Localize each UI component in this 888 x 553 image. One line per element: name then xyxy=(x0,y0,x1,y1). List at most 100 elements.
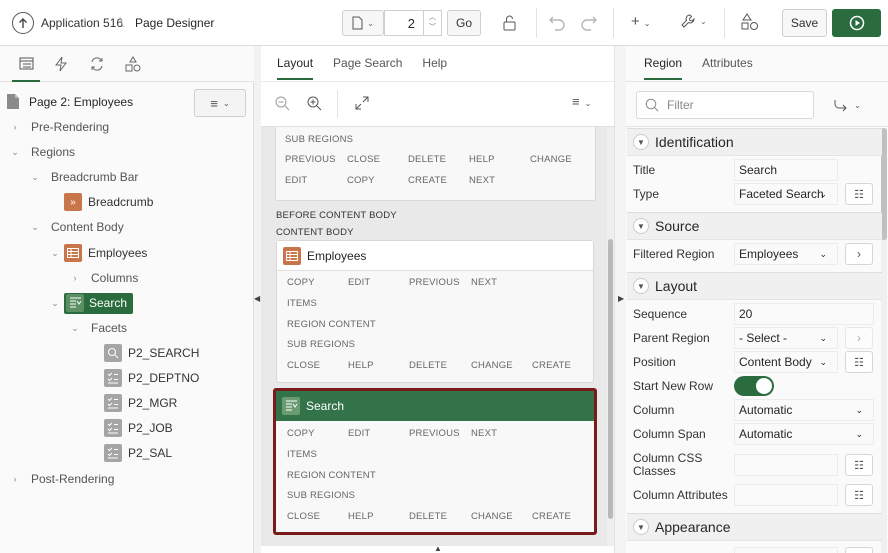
list-of-values-button[interactable]: ☷ xyxy=(845,484,873,506)
drop-delete[interactable]: DELETE xyxy=(409,360,447,371)
drop-create[interactable]: CREATE xyxy=(408,175,447,186)
drop-edit[interactable]: EDIT xyxy=(348,277,370,288)
tree-menu-button[interactable]: ≡ ⌄ xyxy=(194,89,246,117)
drop-items[interactable]: ITEMS xyxy=(287,298,317,309)
drop-create[interactable]: CREATE xyxy=(532,360,571,371)
drop-region-content[interactable]: REGION CONTENT xyxy=(287,470,376,481)
drop-edit[interactable]: EDIT xyxy=(285,175,307,186)
page-number-stepper[interactable]: ︿ ﹀ xyxy=(423,10,442,36)
tab-help[interactable]: Help xyxy=(412,46,457,80)
lock-icon[interactable] xyxy=(502,14,518,35)
drop-next[interactable]: NEXT xyxy=(471,277,497,288)
drop-items[interactable]: ITEMS xyxy=(287,449,317,460)
sequence-field[interactable]: 20 xyxy=(734,303,874,325)
layout-menu-button[interactable]: ≡ ⌄ xyxy=(572,94,591,109)
drop-change[interactable]: CHANGE xyxy=(471,511,513,522)
tree-item-breadcrumb[interactable]: » Breadcrumb xyxy=(64,191,153,213)
drop-previous[interactable]: PREVIOUS xyxy=(409,428,460,439)
breadcrumb-application[interactable]: Application 516 xyxy=(41,16,123,30)
filtered-region-select[interactable]: Employees ⌄ xyxy=(734,243,838,265)
tree-item-p2-sal[interactable]: P2_SAL xyxy=(104,442,172,464)
drop-edit[interactable]: EDIT xyxy=(348,428,370,439)
expand-bottom-icon[interactable]: ▲ xyxy=(434,544,442,553)
scroll-thumb[interactable] xyxy=(608,239,613,519)
properties-scrollbar[interactable] xyxy=(881,128,887,553)
go-button[interactable]: Go xyxy=(447,10,481,36)
tree-item-regions[interactable]: ⌄ Regions xyxy=(10,141,75,163)
section-layout[interactable]: ▼ Layout xyxy=(627,272,882,300)
chevron-down-icon[interactable]: ▼ xyxy=(633,134,649,150)
drop-copy[interactable]: COPY xyxy=(347,175,375,186)
drop-create[interactable]: CREATE xyxy=(532,511,571,522)
page-number-input[interactable]: 2 xyxy=(384,10,424,36)
title-field[interactable]: Search xyxy=(734,159,838,181)
chevron-down-icon[interactable]: ⌄ xyxy=(70,323,80,334)
left-splitter[interactable]: ◀ xyxy=(254,46,261,553)
tree-item-p2-mgr[interactable]: P2_MGR xyxy=(104,392,177,414)
go-to-region-button[interactable]: › xyxy=(845,243,873,265)
tab-rendering[interactable] xyxy=(12,46,40,82)
redo-icon[interactable] xyxy=(580,13,598,34)
tree-item-search[interactable]: ⌄ Search xyxy=(50,292,134,314)
shared-components-icon[interactable] xyxy=(741,13,759,34)
list-of-values-button[interactable]: ☷ xyxy=(845,454,873,476)
chevron-down-icon[interactable]: ⌄ xyxy=(50,248,60,259)
page-node[interactable]: Page 2: Employees xyxy=(6,93,133,110)
tree-item-p2-job[interactable]: P2_JOB xyxy=(104,417,173,439)
page-type-select[interactable]: ⌄ xyxy=(342,10,384,36)
drop-help[interactable]: HELP xyxy=(469,154,495,165)
drop-change[interactable]: CHANGE xyxy=(471,360,513,371)
drop-region-content[interactable]: REGION CONTENT xyxy=(287,319,376,330)
wrench-menu-button[interactable]: ⌄ xyxy=(680,13,707,29)
column-attributes-field[interactable] xyxy=(734,484,838,506)
drop-sub-regions[interactable]: SUB REGIONS xyxy=(285,134,353,145)
filter-input[interactable]: Filter xyxy=(636,91,814,119)
app-up-icon[interactable] xyxy=(12,12,34,34)
region-search-header[interactable]: Search xyxy=(276,391,594,421)
step-down-icon[interactable]: ﹀ xyxy=(429,23,436,33)
section-identification[interactable]: ▼ Identification xyxy=(627,128,882,156)
tree-item-pre-rendering[interactable]: › Pre-Rendering xyxy=(10,116,110,138)
tree-item-facets[interactable]: ⌄ Facets xyxy=(70,317,127,339)
tab-dynamic-actions[interactable] xyxy=(54,56,68,75)
run-button[interactable] xyxy=(832,9,881,37)
chevron-down-icon[interactable]: ▼ xyxy=(633,218,649,234)
drop-change[interactable]: CHANGE xyxy=(530,154,572,165)
zoom-out-icon[interactable] xyxy=(275,96,290,114)
drop-sub-regions[interactable]: SUB REGIONS xyxy=(287,339,355,350)
right-splitter[interactable]: ▶ xyxy=(614,46,626,553)
tab-layout[interactable]: Layout xyxy=(267,46,323,80)
region-employees-header[interactable]: Employees xyxy=(277,241,593,271)
drop-previous[interactable]: PREVIOUS xyxy=(285,154,336,165)
chevron-right-icon[interactable]: › xyxy=(10,122,20,132)
chevron-down-icon[interactable]: ⌄ xyxy=(30,222,40,233)
collapse-right-icon[interactable]: ▶ xyxy=(618,294,624,303)
chevron-down-icon[interactable]: ⌄ xyxy=(10,147,20,158)
drop-close[interactable]: CLOSE xyxy=(287,511,320,522)
goto-group-button[interactable]: ⌄ xyxy=(816,91,878,119)
collapse-left-icon[interactable]: ◀ xyxy=(254,294,260,303)
tree-item-breadcrumb-bar[interactable]: ⌄ Breadcrumb Bar xyxy=(30,166,138,188)
drop-next[interactable]: NEXT xyxy=(471,428,497,439)
drop-sub-regions[interactable]: SUB REGIONS xyxy=(287,490,355,501)
type-select[interactable]: Faceted Search ⌄ xyxy=(734,183,838,205)
start-new-row-toggle[interactable] xyxy=(734,376,774,396)
expand-icon[interactable] xyxy=(355,96,369,113)
step-up-icon[interactable]: ︿ xyxy=(429,13,436,23)
drop-delete[interactable]: DELETE xyxy=(408,154,446,165)
tab-shared-components[interactable] xyxy=(125,56,141,75)
chevron-right-icon[interactable]: › xyxy=(70,273,80,283)
column-select[interactable]: Automatic ⌄ xyxy=(734,399,874,421)
save-button[interactable]: Save xyxy=(782,9,827,37)
tree-item-content-body[interactable]: ⌄ Content Body xyxy=(30,216,124,238)
undo-icon[interactable] xyxy=(548,13,566,34)
parent-region-select[interactable]: - Select - ⌄ xyxy=(734,327,838,349)
tree-item-employees[interactable]: ⌄ Employees xyxy=(50,242,147,264)
list-of-values-button[interactable]: ☷ xyxy=(845,351,873,373)
tab-page-search[interactable]: Page Search xyxy=(323,46,412,80)
tree-item-p2-deptno[interactable]: P2_DEPTNO xyxy=(104,367,199,389)
tab-processing[interactable] xyxy=(89,56,105,75)
position-select[interactable]: Content Body ⌄ xyxy=(734,351,838,373)
drop-close[interactable]: CLOSE xyxy=(347,154,380,165)
chevron-right-icon[interactable]: › xyxy=(10,474,20,484)
